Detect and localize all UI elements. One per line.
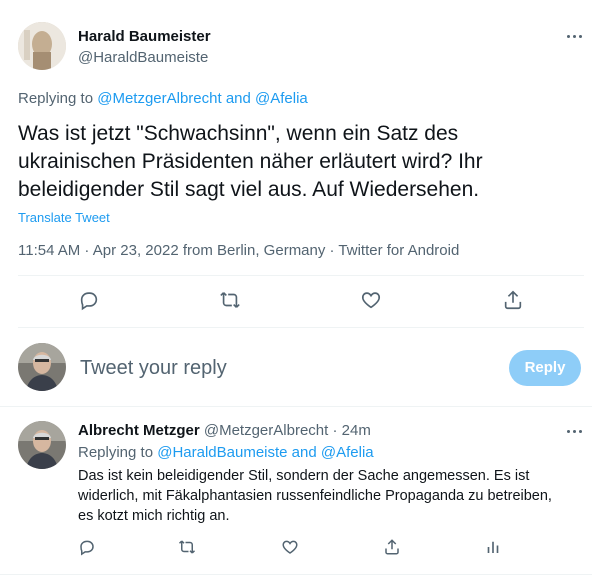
reply-author-name[interactable]: Albrecht Metzger bbox=[78, 422, 200, 439]
author-avatar[interactable] bbox=[18, 22, 66, 70]
like-button[interactable] bbox=[281, 538, 299, 556]
reply-text: Das ist kein beleidigender Stil, sondern… bbox=[78, 468, 552, 524]
divider bbox=[0, 406, 592, 407]
retweet-icon bbox=[220, 292, 240, 308]
reply-header: Albrecht Metzger @MetzgerAlbrecht · 24m bbox=[78, 422, 371, 439]
retweet-icon bbox=[178, 540, 196, 554]
author-name[interactable]: Harald Baumeister bbox=[78, 28, 211, 45]
more-icon[interactable] bbox=[565, 31, 585, 43]
retweet-button[interactable] bbox=[219, 289, 241, 311]
replying-users-link[interactable]: @MetzgerAlbrecht and @Afelia bbox=[97, 90, 308, 107]
reply-input[interactable]: Tweet your reply bbox=[80, 357, 480, 380]
replying-to: Replying to @MetzgerAlbrecht and @Afelia bbox=[18, 90, 308, 107]
reply-author-handle[interactable]: @MetzgerAlbrecht bbox=[204, 422, 328, 439]
author-handle[interactable]: @HaraldBaumeiste bbox=[78, 49, 208, 66]
reply-replying-to: Replying to @HaraldBaumeiste and @Afelia bbox=[78, 444, 374, 461]
more-icon[interactable] bbox=[565, 426, 585, 438]
replying-prefix: Replying to bbox=[78, 444, 154, 461]
divider bbox=[0, 574, 592, 575]
divider bbox=[18, 275, 584, 276]
like-icon bbox=[282, 540, 298, 554]
like-icon bbox=[361, 292, 381, 309]
share-icon bbox=[504, 290, 522, 310]
user-avatar[interactable] bbox=[18, 343, 66, 391]
replying-prefix: Replying to bbox=[18, 90, 94, 107]
reply-icon bbox=[80, 540, 94, 556]
share-icon bbox=[385, 539, 399, 555]
retweet-button[interactable] bbox=[178, 538, 196, 556]
replying-users-link[interactable]: @HaraldBaumeiste and @Afelia bbox=[157, 444, 373, 461]
share-button[interactable] bbox=[383, 538, 401, 556]
share-button[interactable] bbox=[502, 289, 524, 311]
tweet-text: Was ist jetzt "Schwachsinn", wenn ein Sa… bbox=[18, 122, 483, 201]
reply-button[interactable] bbox=[78, 538, 96, 556]
like-button[interactable] bbox=[360, 289, 382, 311]
analytics-button[interactable] bbox=[484, 538, 502, 556]
translate-tweet-link[interactable]: Translate Tweet bbox=[18, 210, 110, 225]
analytics-icon bbox=[487, 541, 499, 553]
reply-button[interactable] bbox=[78, 289, 100, 311]
reply-timestamp[interactable]: · 24m bbox=[332, 422, 370, 439]
reply-author-avatar[interactable] bbox=[18, 421, 66, 469]
tweet-meta: 11:54 AM · Apr 23, 2022 from Berlin, Ger… bbox=[18, 242, 460, 259]
reply-submit-button[interactable]: Reply bbox=[509, 350, 581, 386]
reply-icon bbox=[80, 292, 98, 311]
divider bbox=[18, 327, 584, 328]
